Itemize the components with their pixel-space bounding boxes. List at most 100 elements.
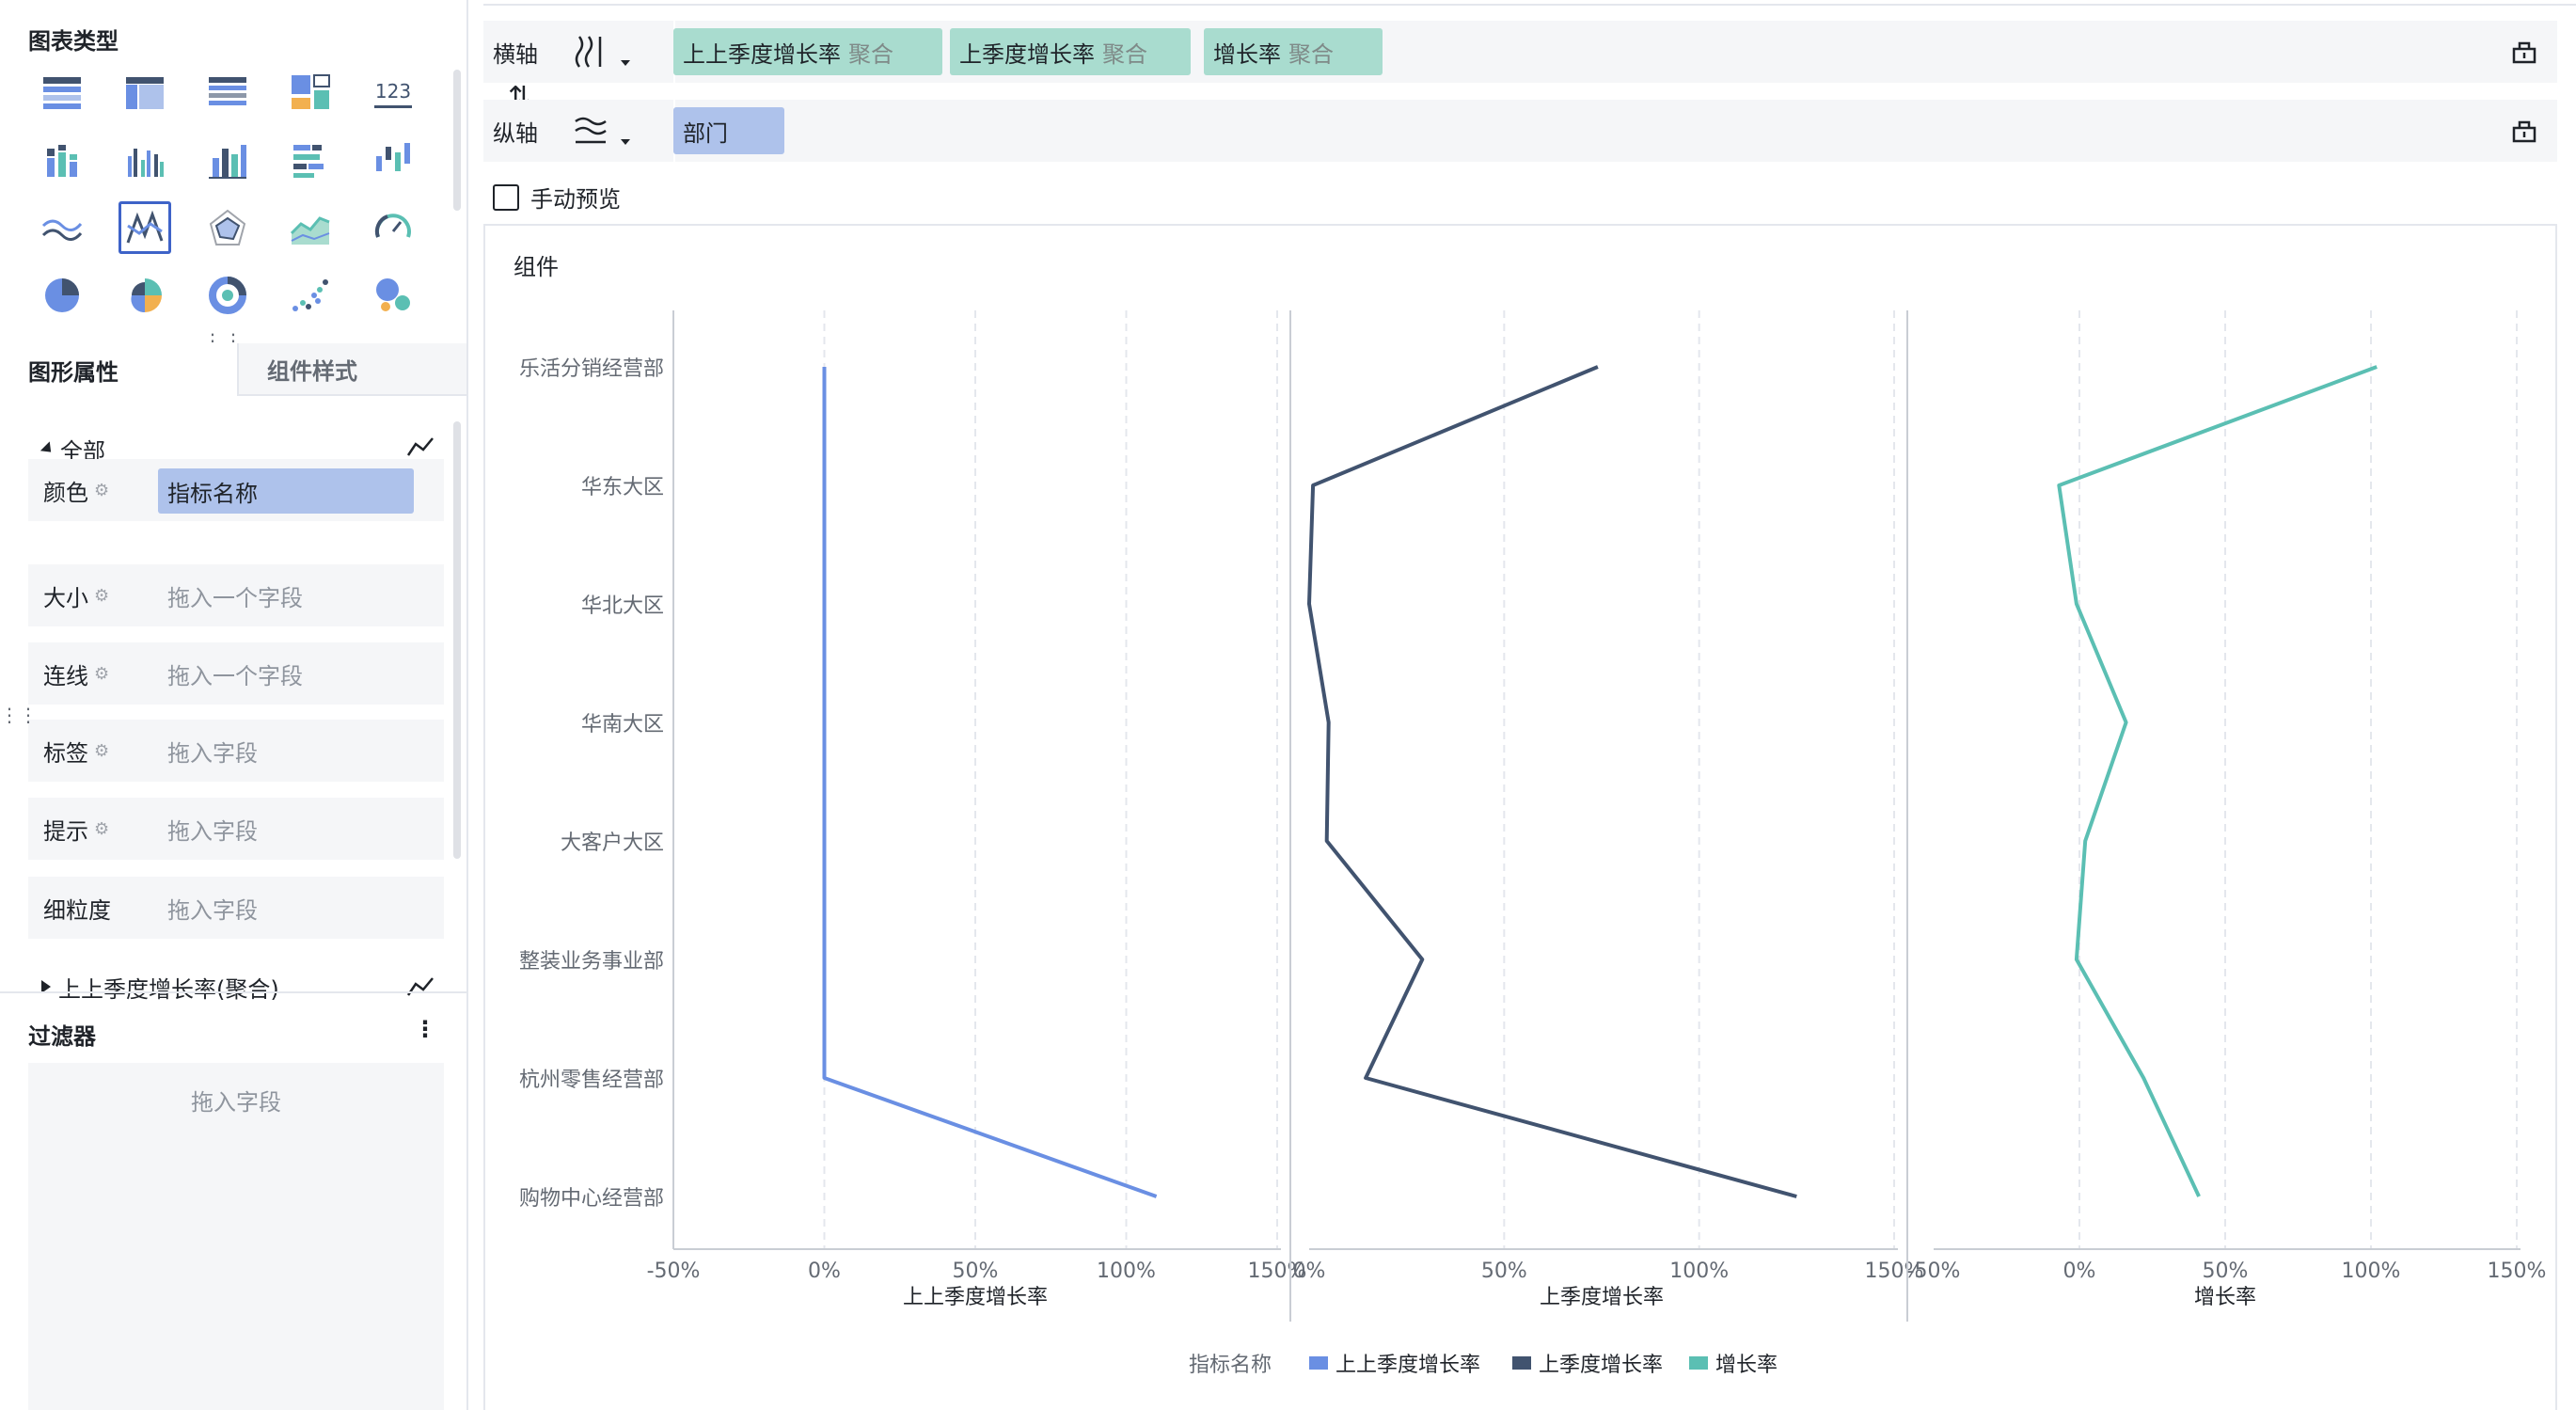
prop-label-text: 细粒度 [43, 896, 111, 924]
legend-item[interactable]: 上季度增长率 [1539, 1354, 1663, 1377]
y-axis-lock-icon[interactable] [2510, 117, 2538, 145]
x-axis-title: 上季度增长率 [1540, 1286, 1664, 1309]
category-label: 华北大区 [581, 594, 664, 618]
prop-row-2: 连线 ⚙ 拖入一个字段 [28, 642, 444, 705]
tab-graphic-props[interactable]: 图形属性 [0, 343, 237, 396]
manual-preview-label: 手动预览 [530, 186, 621, 213]
legend-swatch [1309, 1356, 1328, 1370]
field-aggregation: 聚合 [1102, 40, 1147, 68]
bubble-chart-icon[interactable] [367, 269, 419, 322]
table-icon[interactable] [36, 66, 88, 119]
x-tick-label: 150% [2488, 1259, 2547, 1283]
line-shape-icon[interactable] [406, 435, 435, 459]
scatter-chart-icon[interactable] [284, 269, 337, 322]
prop-field-pill[interactable]: 指标名称 [158, 468, 414, 514]
rose-pie-icon[interactable] [119, 269, 171, 322]
legend-item[interactable]: 上上季度增长率 [1335, 1354, 1480, 1377]
area-chart-icon[interactable] [284, 201, 337, 254]
series-line-0[interactable] [822, 367, 1158, 1198]
prop-dropzone[interactable]: 拖入一个字段 [167, 564, 303, 626]
x-field-pill[interactable]: 增长率 聚合 [1204, 28, 1383, 75]
legend-item[interactable]: 增长率 [1715, 1354, 1778, 1377]
dashboard-block-icon[interactable] [284, 66, 337, 119]
series-line-2[interactable] [2057, 365, 2378, 1197]
prop-dropzone[interactable]: 拖入字段 [167, 798, 258, 860]
manual-preview-toggle[interactable]: 手动预览 [493, 181, 621, 214]
y-axis-dropdown-icon[interactable] [621, 139, 630, 145]
horizontal-bar-icon[interactable] [284, 134, 337, 186]
x-field-pill[interactable]: 上季度增长率 聚合 [950, 28, 1191, 75]
tab-component-style[interactable]: 组件样式 [237, 343, 466, 396]
prop-label: 提示 ⚙ [43, 798, 109, 860]
x-axis-dropdown-icon[interactable] [621, 60, 630, 66]
field-aggregation: 聚合 [848, 40, 893, 68]
prop-dropzone[interactable]: 拖入字段 [167, 877, 258, 939]
grouped-bar-icon[interactable] [119, 134, 171, 186]
manual-preview-checkbox[interactable] [493, 183, 519, 211]
group-collapsed[interactable]: 上上季度增长率(聚合) [41, 973, 279, 1001]
legend-title: 指标名称 [1189, 1354, 1272, 1377]
prop-dropzone[interactable]: 拖入一个字段 [167, 642, 303, 705]
more-vertical-icon[interactable]: ⋮ [414, 1016, 436, 1042]
donut-chart-icon[interactable] [201, 269, 254, 322]
prop-label-text: 提示 [43, 817, 88, 845]
multi-line-icon[interactable] [36, 201, 88, 254]
bar-chart-icon[interactable] [201, 134, 254, 186]
expanded-triangle-icon [40, 441, 56, 457]
settings-gear-icon[interactable]: ⚙ [94, 741, 109, 761]
detail-table-icon[interactable] [201, 66, 254, 119]
settings-gear-icon[interactable]: ⚙ [94, 481, 109, 500]
cross-table-icon[interactable] [119, 66, 171, 119]
panel-resize-icon[interactable]: ⋮⋮ [0, 704, 38, 726]
x-axis-type-icon[interactable] [562, 30, 619, 73]
x-tick-label: 100% [1097, 1259, 1156, 1283]
chart-type-scrollbar[interactable] [453, 70, 461, 211]
prop-row-5: 细粒度 拖入字段 [28, 877, 444, 939]
x-tick-label: 50% [953, 1259, 999, 1283]
kpi-number-icon[interactable]: 123 [367, 66, 419, 119]
x-tick-label: 50% [2203, 1259, 2249, 1283]
settings-gear-icon[interactable]: ⚙ [94, 586, 109, 606]
prop-label: 大小 ⚙ [43, 564, 109, 626]
y-axis-label: 纵轴 [493, 119, 538, 147]
line-chart-selected-icon[interactable] [119, 201, 171, 254]
prop-label-text: 标签 [43, 739, 88, 767]
prop-label-text: 大小 [43, 584, 88, 611]
stacked-bar-icon[interactable] [36, 134, 88, 186]
x-tick-label: 100% [1669, 1259, 1729, 1283]
prop-dropzone[interactable]: 拖入字段 [167, 720, 258, 782]
prop-label: 连线 ⚙ [43, 642, 109, 705]
category-label: 购物中心经营部 [519, 1187, 664, 1211]
filter-dropzone[interactable]: 拖入字段 [28, 1063, 444, 1410]
range-bar-icon[interactable] [367, 134, 419, 186]
x-axis-title: 增长率 [2194, 1286, 2256, 1309]
group-collapsed-label: 上上季度增长率(聚合) [58, 975, 279, 1002]
x-tick-label: 0% [1293, 1259, 1326, 1283]
property-tabs: 图形属性 组件样式 [0, 343, 466, 396]
series-line-1[interactable] [1307, 365, 1797, 1198]
app-root: 图表类型 123 ⋮⋮ 图形属性 组件样式 全部 颜色 ⚙ 指标名称 大小 ⚙ … [0, 0, 2576, 1410]
radar-chart-icon[interactable] [201, 201, 254, 254]
x-tick-label: 0% [2063, 1259, 2096, 1283]
section-divider [0, 991, 466, 993]
chart-type-title: 图表类型 [28, 28, 119, 55]
prop-label: 标签 ⚙ [43, 720, 109, 782]
pie-chart-icon[interactable] [36, 269, 88, 322]
settings-gear-icon[interactable]: ⚙ [94, 664, 109, 684]
props-scrollbar[interactable] [453, 421, 461, 859]
x-field-pill[interactable]: 上上季度增长率 聚合 [673, 28, 942, 75]
line-shape-icon-2[interactable] [406, 974, 435, 999]
category-label: 整装业务事业部 [519, 950, 664, 974]
y-field-pill[interactable]: 部门 [673, 107, 784, 154]
category-label: 杭州零售经营部 [519, 1069, 664, 1092]
y-axis-type-icon[interactable] [562, 109, 619, 152]
x-tick-label: 0% [808, 1259, 841, 1283]
x-tick-label: -50% [647, 1259, 701, 1283]
settings-gear-icon[interactable]: ⚙ [94, 819, 109, 839]
field-aggregation: 聚合 [1288, 40, 1334, 68]
gauge-chart-icon[interactable] [367, 201, 419, 254]
prop-label: 颜色 ⚙ [43, 459, 109, 521]
top-border [483, 4, 2576, 6]
x-axis-row: 横轴 上上季度增长率 聚合 上季度增长率 聚合 增长率 聚合 [483, 21, 2557, 83]
x-axis-lock-icon[interactable] [2510, 38, 2538, 66]
